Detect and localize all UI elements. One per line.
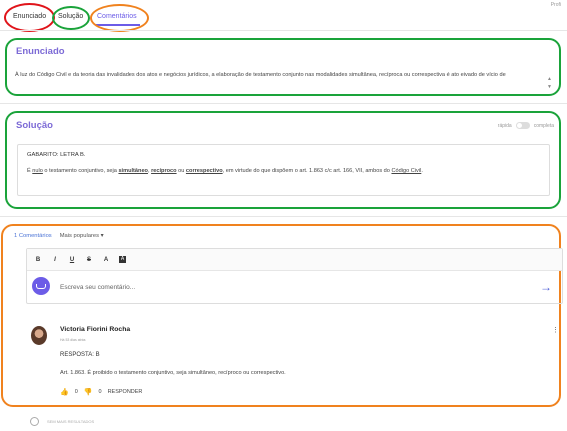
solution-text-part: simultâneo — [118, 168, 148, 174]
dislike-count: 0 — [98, 389, 102, 395]
solucao-section: Solução rápida completa GABARITO: LETRA … — [5, 111, 561, 209]
editor-toolbar: B I U S A A — [27, 249, 562, 271]
send-arrow-icon[interactable]: → — [540, 280, 552, 294]
prof-label: Profi — [550, 2, 561, 8]
scroll-arrows-icon[interactable]: ▲ ▼ — [547, 75, 552, 91]
tab-bar: Enunciado Solução Comentários Profi — [0, 0, 567, 32]
italic-icon[interactable]: I — [51, 257, 59, 263]
solution-text-part: nulo — [32, 168, 43, 174]
enunciado-text: À luz do Código Civil e da teoria das in… — [15, 72, 506, 78]
user-avatar-icon — [32, 277, 50, 295]
text-color-icon[interactable]: A — [102, 257, 110, 263]
loading-icon — [30, 417, 39, 426]
tab-enunciado[interactable]: Enunciado — [13, 13, 46, 20]
solution-text-part: recíproco — [151, 168, 177, 174]
no-more-results: SEM MAIS RESULTADOS — [30, 417, 94, 426]
thumbs-up-icon[interactable]: 👍 — [60, 388, 69, 396]
solution-box: GABARITO: LETRA B. É nulo o testamento c… — [17, 144, 550, 196]
active-tab-indicator — [96, 24, 140, 26]
section-divider — [0, 103, 567, 104]
toggle-label-quick: rápida — [497, 122, 512, 129]
solucao-title: Solução — [16, 120, 53, 131]
tab-solucao[interactable]: Solução — [58, 13, 83, 20]
comment-editor: B I U S A A Escreva seu comentário... → — [26, 248, 563, 304]
enunciado-section: Enunciado À luz do Código Civil e da teo… — [5, 38, 561, 96]
solution-text-part: , em virtude do que dispõem o art. 1.863… — [222, 168, 392, 174]
sort-dropdown[interactable]: Mais populares ▾ — [60, 233, 104, 239]
like-count: 0 — [74, 389, 78, 395]
comment-time: Há 53 dias atrás — [60, 338, 86, 342]
section-divider — [0, 216, 567, 217]
comment-text: Art. 1.863. É proibido o testamento conj… — [60, 370, 286, 376]
comment-input-placeholder[interactable]: Escreva seu comentário... — [60, 284, 135, 291]
comentarios-section: 1 Comentários Mais populares ▾ B I U S A… — [1, 224, 563, 407]
comments-count: 1 Comentários — [14, 233, 52, 239]
reply-button[interactable]: RESPONDER — [108, 389, 143, 395]
solution-text: É nulo o testamento conjuntivo, seja sim… — [27, 168, 540, 174]
comment-actions: 👍 0 👎 0 RESPONDER — [60, 388, 142, 396]
strikethrough-icon[interactable]: S — [85, 257, 93, 263]
bold-icon[interactable]: B — [34, 257, 42, 263]
tabs-divider — [0, 30, 567, 31]
more-options-icon[interactable]: ⋮ — [552, 326, 559, 334]
solution-text-part: . — [421, 168, 423, 174]
compose-area[interactable]: Escreva seu comentário... → — [27, 271, 562, 304]
thumbs-down-icon[interactable]: 👎 — [84, 388, 93, 396]
toggle-switch[interactable] — [515, 122, 530, 129]
no-more-results-label: SEM MAIS RESULTADOS — [47, 419, 95, 424]
gabarito-text: GABARITO: LETRA B. — [27, 152, 86, 158]
comments-header: 1 Comentários Mais populares ▾ — [14, 233, 104, 239]
tab-comentarios[interactable]: Comentários — [97, 13, 137, 20]
solution-text-part: correspectivo — [185, 168, 223, 174]
comment-author[interactable]: Victoria Fiorini Rocha — [60, 326, 130, 333]
comment-resposta: RESPOSTA: B — [60, 352, 100, 358]
solution-text-part: o testamento conjuntivo, seja — [42, 168, 119, 174]
author-avatar[interactable] — [31, 326, 47, 345]
solution-text-part: ou — [176, 168, 186, 174]
underline-icon[interactable]: U — [68, 257, 76, 263]
background-color-icon[interactable]: A — [119, 256, 126, 263]
solution-mode-toggle[interactable]: rápida completa — [498, 122, 554, 129]
solution-text-part: Código Civil — [391, 168, 422, 174]
toggle-label-complete: completa — [533, 122, 554, 129]
comment-item: Victoria Fiorini Rocha Há 53 dias atrás … — [26, 322, 563, 402]
enunciado-title: Enunciado — [16, 46, 65, 57]
